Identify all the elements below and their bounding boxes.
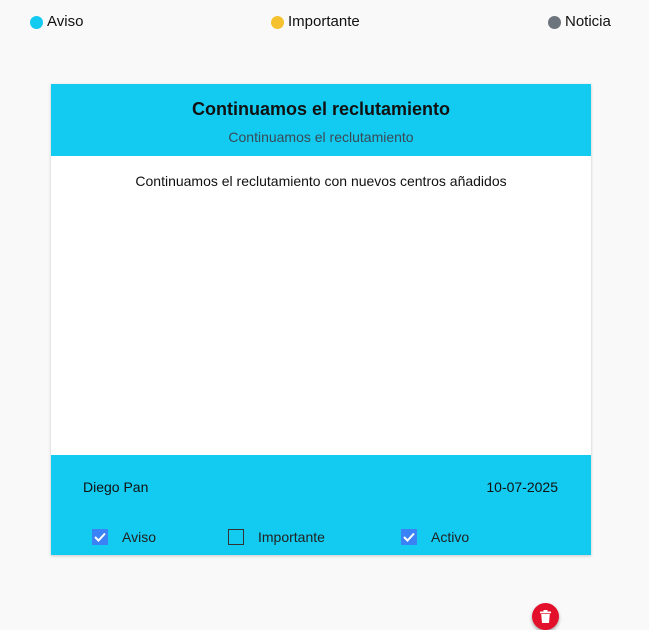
delete-button[interactable] [532, 603, 559, 630]
trash-icon [540, 610, 551, 623]
checkbox-checked-icon[interactable] [401, 529, 417, 545]
announcement-card: Continuamos el reclutamiento Continuamos… [51, 84, 591, 630]
legend-item-importante: Importante [271, 12, 360, 32]
aviso-dot-icon [30, 15, 43, 29]
aviso-checkbox[interactable]: Aviso [92, 528, 156, 546]
checkbox-unchecked-icon[interactable] [228, 529, 244, 545]
card-header: Continuamos el reclutamiento Continuamos… [51, 84, 591, 156]
aviso-checkbox-label: Aviso [122, 529, 156, 545]
activo-checkbox[interactable]: Activo [401, 528, 469, 546]
card-body-text: Continuamos el reclutamiento con nuevos … [135, 173, 507, 189]
card-footer: Diego Pan 10-07-2025 Aviso Importante Ac… [51, 455, 591, 630]
activo-checkbox-label: Activo [431, 529, 470, 545]
publish-date: 10-07-2025 [486, 479, 558, 495]
legend-label-importante: Importante [288, 13, 360, 30]
importante-checkbox[interactable]: Importante [228, 528, 325, 546]
legend-label-noticia: Noticia [565, 13, 611, 30]
checkmark-icon [403, 532, 415, 542]
noticia-dot-icon [548, 15, 561, 29]
importante-dot-icon [271, 15, 284, 29]
author-name: Diego Pan [83, 479, 149, 495]
legend-item-aviso: Aviso [30, 12, 83, 32]
checkmark-icon [94, 532, 106, 542]
legend-label-aviso: Aviso [47, 13, 84, 30]
card-body: Continuamos el reclutamiento con nuevos … [51, 156, 591, 455]
card-subtitle: Continuamos el reclutamiento [228, 129, 414, 145]
card-title: Continuamos el reclutamiento [191, 99, 451, 119]
checkbox-checked-icon[interactable] [92, 529, 108, 545]
legend-item-noticia: Noticia [548, 12, 611, 32]
importante-checkbox-label: Importante [258, 529, 325, 545]
legend: Aviso Importante Noticia [0, 12, 649, 32]
